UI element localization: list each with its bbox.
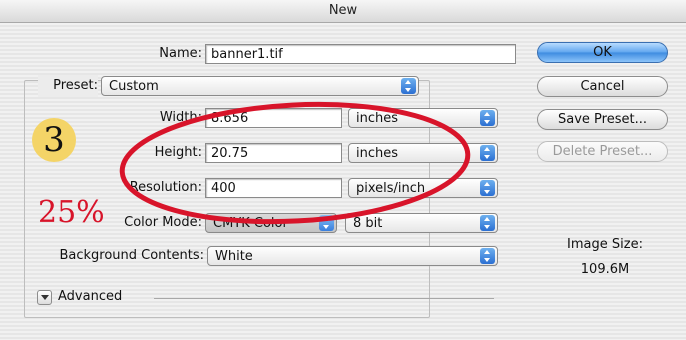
height-unit-value: inches [356, 146, 399, 161]
preset-select-value: Custom [109, 79, 159, 94]
width-unit-value: inches [356, 111, 399, 126]
select-arrows-icon [319, 215, 334, 231]
select-arrows-icon [480, 145, 495, 161]
bit-depth-value: 8 bit [353, 216, 383, 231]
resolution-label: Resolution: [129, 180, 202, 195]
select-arrows-icon [480, 110, 495, 126]
advanced-label[interactable]: Advanced [58, 286, 150, 308]
zoom-percentage-annotation: 25% [38, 195, 105, 230]
bit-depth-select[interactable]: 8 bit [345, 213, 498, 233]
background-contents-value: White [215, 249, 253, 264]
step-number-badge: 3 [32, 118, 76, 162]
ok-button[interactable]: OK [537, 42, 668, 63]
color-mode-label: Color Mode: [124, 215, 202, 230]
height-label: Height: [154, 145, 202, 160]
width-unit-select[interactable]: inches [348, 108, 498, 128]
name-label: Name: [159, 46, 202, 61]
image-size-label: Image Size: [567, 237, 643, 252]
background-contents-select[interactable]: White [207, 246, 498, 266]
resolution-field[interactable]: 400 [205, 178, 342, 198]
select-arrows-icon [480, 180, 495, 196]
background-contents-label: Background Contents: [59, 248, 204, 263]
select-arrows-icon [401, 78, 416, 94]
select-arrows-icon [480, 215, 495, 231]
width-label: Width: [159, 110, 202, 125]
window-title: New [0, 0, 686, 23]
advanced-disclosure-triangle-icon[interactable] [37, 290, 52, 305]
cancel-button[interactable]: Cancel [537, 76, 668, 97]
image-size-value: 109.6M [580, 262, 630, 277]
resolution-unit-select[interactable]: pixels/inch [348, 178, 498, 198]
height-field[interactable]: 20.75 [205, 143, 342, 163]
advanced-separator [154, 298, 494, 299]
height-unit-select[interactable]: inches [348, 143, 498, 163]
select-arrows-icon [480, 248, 495, 264]
preset-label: Preset: [38, 75, 98, 97]
preset-select[interactable]: Custom [101, 76, 419, 96]
width-field[interactable]: 8.656 [205, 108, 342, 128]
save-preset-button[interactable]: Save Preset... [537, 109, 668, 130]
color-mode-select[interactable]: CMYK Color [205, 213, 337, 233]
delete-preset-button: Delete Preset... [537, 141, 668, 162]
resolution-unit-value: pixels/inch [356, 181, 426, 196]
name-field[interactable]: banner1.tif [205, 44, 516, 64]
color-mode-value: CMYK Color [213, 216, 288, 231]
dialog-panel: Name: banner1.tif Preset: Custom Width: … [0, 23, 686, 340]
